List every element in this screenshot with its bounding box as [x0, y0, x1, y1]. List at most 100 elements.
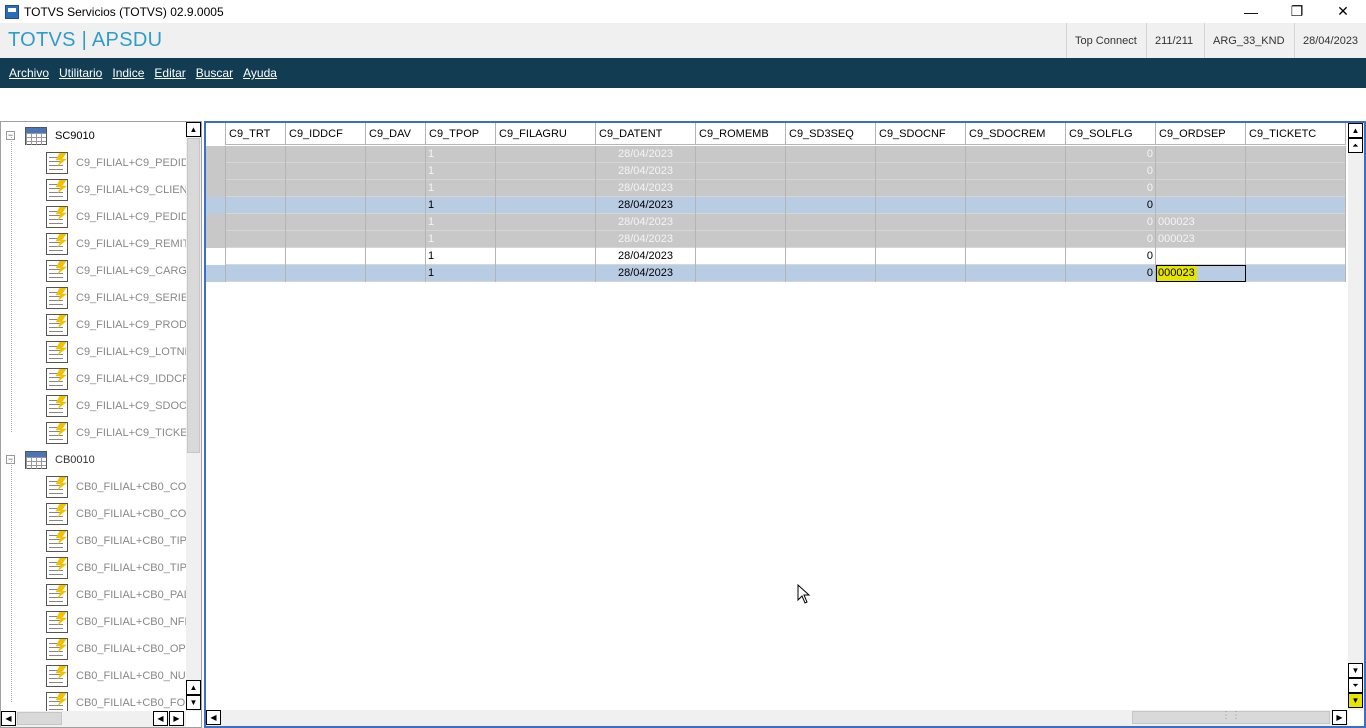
table-cell[interactable]: 1 — [426, 146, 496, 163]
scroll-right-icon[interactable]: ▶ — [1332, 710, 1347, 725]
table-cell[interactable] — [206, 146, 226, 163]
table-cell[interactable]: 0 — [1066, 248, 1156, 265]
scroll-left-icon[interactable]: ◀ — [1, 711, 16, 726]
tree-index-item[interactable]: CB0_FILIAL+CB0_CO — [1, 500, 186, 527]
table-cell[interactable] — [876, 265, 966, 282]
table-cell[interactable]: 1 — [426, 265, 496, 282]
minimize-icon[interactable]: — — [1228, 0, 1274, 23]
column-header[interactable]: C9_IDDCF — [286, 123, 366, 145]
table-row[interactable]: 1 28/04/2023 0 — [206, 180, 1346, 197]
menu-editar[interactable]: Editar — [154, 66, 185, 80]
table-cell[interactable]: 1 — [426, 248, 496, 265]
column-header[interactable]: C9_ORDSEP — [1156, 123, 1246, 145]
table-cell[interactable] — [226, 248, 286, 265]
table-cell[interactable]: 28/04/2023 — [596, 197, 696, 214]
table-cell[interactable] — [286, 214, 366, 231]
table-cell[interactable] — [786, 231, 876, 248]
table-cell[interactable] — [966, 146, 1066, 163]
table-cell[interactable] — [206, 265, 226, 282]
table-cell[interactable] — [1246, 180, 1346, 197]
tree-index-item[interactable]: CB0_FILIAL+CB0_TIP — [1, 554, 186, 581]
table-cell[interactable] — [876, 214, 966, 231]
table-cell[interactable]: 28/04/2023 — [596, 231, 696, 248]
table-cell[interactable] — [966, 163, 1066, 180]
close-icon[interactable]: ✕ — [1320, 0, 1366, 23]
column-header[interactable]: C9_SOLFLG — [1066, 123, 1156, 145]
table-cell[interactable] — [876, 146, 966, 163]
table-cell[interactable]: 000023 — [1156, 265, 1246, 282]
table-cell[interactable] — [206, 163, 226, 180]
table-cell[interactable] — [966, 180, 1066, 197]
table-cell[interactable] — [1246, 265, 1346, 282]
scroll-right-icon[interactable]: ▶ — [169, 711, 184, 726]
table-cell[interactable] — [226, 146, 286, 163]
restore-icon[interactable]: ❐ — [1274, 0, 1320, 23]
grid-vertical-scrollbar[interactable]: ▲ ⏶ ▼ ⏷ ▼ — [1348, 123, 1364, 710]
scroll-down-icon[interactable]: ▼ — [186, 695, 201, 710]
tree-index-item[interactable]: C9_FILIAL+C9_TICKET — [1, 419, 186, 446]
table-cell[interactable]: 0 — [1066, 231, 1156, 248]
table-cell[interactable] — [366, 214, 426, 231]
table-row[interactable]: 1 28/04/2023 0 000023 — [206, 265, 1346, 282]
table-cell[interactable]: 1 — [426, 231, 496, 248]
table-cell[interactable] — [206, 214, 226, 231]
table-cell[interactable] — [366, 197, 426, 214]
tree-index-item[interactable]: CB0_FILIAL+CB0_NU — [1, 662, 186, 689]
table-cell[interactable] — [206, 248, 226, 265]
menu-utilitario[interactable]: Utilitario — [59, 66, 102, 80]
table-cell[interactable] — [226, 180, 286, 197]
menu-indice[interactable]: Indice — [112, 66, 144, 80]
row-selector-header[interactable] — [206, 123, 226, 145]
tree-index-item[interactable]: C9_FILIAL+C9_CLIEN — [1, 176, 186, 203]
table-cell[interactable] — [366, 248, 426, 265]
table-cell[interactable] — [366, 265, 426, 282]
table-cell[interactable]: 000023 — [1156, 214, 1246, 231]
table-cell[interactable] — [366, 163, 426, 180]
table-cell[interactable] — [696, 163, 786, 180]
table-cell[interactable]: 0 — [1066, 265, 1156, 282]
table-cell[interactable] — [366, 146, 426, 163]
column-header[interactable]: C9_ROMEMB — [696, 123, 786, 145]
table-cell[interactable] — [226, 163, 286, 180]
table-cell[interactable] — [226, 214, 286, 231]
table-cell[interactable] — [966, 214, 1066, 231]
table-cell[interactable]: 28/04/2023 — [596, 265, 696, 282]
table-cell[interactable]: 28/04/2023 — [596, 146, 696, 163]
table-cell[interactable] — [1246, 163, 1346, 180]
table-cell[interactable] — [286, 265, 366, 282]
table-cell[interactable] — [966, 231, 1066, 248]
table-cell[interactable] — [876, 180, 966, 197]
table-cell[interactable] — [496, 163, 596, 180]
column-header[interactable]: C9_FILAGRU — [496, 123, 596, 145]
scroll-up-icon[interactable]: ▲ — [1348, 123, 1363, 138]
table-cell[interactable] — [496, 248, 596, 265]
tree-table-sc9010[interactable]: − SC9010 — [1, 122, 95, 149]
menu-buscar[interactable]: Buscar — [196, 66, 233, 80]
table-cell[interactable] — [1156, 180, 1246, 197]
table-cell[interactable] — [786, 163, 876, 180]
table-cell[interactable] — [876, 248, 966, 265]
table-cell[interactable] — [226, 197, 286, 214]
tree-index-item[interactable]: C9_FILIAL+C9_SDOC — [1, 392, 186, 419]
table-row[interactable]: 1 28/04/2023 0 — [206, 163, 1346, 180]
tree-index-item[interactable]: CB0_FILIAL+CB0_FO — [1, 689, 185, 711]
table-cell[interactable] — [496, 231, 596, 248]
table-cell[interactable] — [226, 231, 286, 248]
table-cell[interactable] — [496, 180, 596, 197]
scroll-down-icon[interactable]: ▼ — [1348, 693, 1363, 708]
tree-scroll-thumb[interactable] — [187, 138, 200, 453]
table-cell[interactable] — [696, 248, 786, 265]
table-row[interactable]: 1 28/04/2023 0 — [206, 146, 1346, 163]
table-cell[interactable] — [786, 146, 876, 163]
table-cell[interactable] — [286, 248, 366, 265]
column-header[interactable]: C9_TPOP — [426, 123, 496, 145]
table-cell[interactable]: 0 — [1066, 214, 1156, 231]
table-cell[interactable]: 1 — [426, 163, 496, 180]
scroll-left-icon[interactable]: ◀ — [206, 710, 221, 725]
table-cell[interactable] — [286, 197, 366, 214]
tree-index-item[interactable]: C9_FILIAL+C9_PROD — [1, 311, 186, 338]
table-cell[interactable] — [366, 231, 426, 248]
table-cell[interactable] — [226, 265, 286, 282]
table-cell[interactable]: 28/04/2023 — [596, 214, 696, 231]
tree-index-item[interactable]: C9_FILIAL+C9_PEDID — [1, 149, 186, 176]
